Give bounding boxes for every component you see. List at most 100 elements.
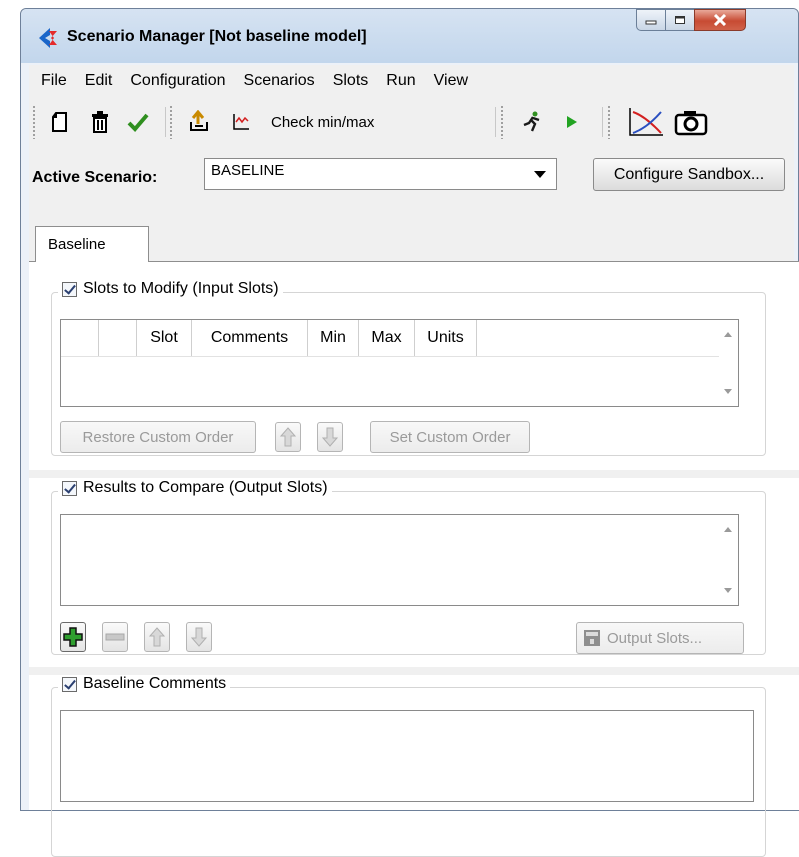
move-down-button[interactable]	[317, 422, 343, 452]
toolbar-grip[interactable]	[32, 105, 36, 139]
close-icon	[713, 14, 727, 26]
active-scenario-select[interactable]: BASELINE	[204, 158, 557, 190]
delete-scenario-button[interactable]	[85, 103, 115, 141]
column-header-slot[interactable]: Slot	[137, 320, 192, 356]
active-scenario-value: BASELINE	[211, 162, 285, 179]
input-slots-table[interactable]: Slot Comments Min Max Units	[60, 319, 739, 407]
output-slots-button[interactable]: Output Slots...	[576, 622, 744, 654]
tab-panel-baseline: Slots to Modify (Input Slots) Slot Comme…	[29, 261, 799, 857]
toolbar-grip[interactable]	[500, 105, 504, 139]
column-header-min[interactable]: Min	[308, 320, 359, 356]
remove-output-slot-button[interactable]	[102, 622, 128, 652]
baseline-comments-group: Baseline Comments	[51, 675, 766, 857]
section-divider	[29, 667, 799, 675]
slots-to-modify-group: Slots to Modify (Input Slots) Slot Comme…	[51, 280, 766, 456]
slots-to-modify-title: Slots to Modify (Input Slots)	[83, 280, 279, 297]
scenario-manager-window: Scenario Manager [Not baseline model] Fi…	[20, 8, 799, 857]
move-up-button[interactable]	[275, 422, 301, 452]
maximize-icon	[675, 16, 685, 24]
move-down-button[interactable]	[186, 622, 212, 652]
input-slots-table-header: Slot Comments Min Max Units	[61, 320, 477, 356]
toolbar-separator	[602, 107, 603, 137]
play-button[interactable]	[557, 103, 587, 141]
column-header[interactable]	[99, 320, 137, 356]
snapshot-button[interactable]	[672, 103, 710, 141]
active-scenario-label: Active Scenario:	[32, 169, 158, 186]
export-button[interactable]	[183, 103, 215, 141]
arrow-up-icon	[279, 427, 297, 447]
results-to-compare-group: Results to Compare (Output Slots) Output…	[51, 479, 766, 655]
close-button[interactable]	[694, 9, 746, 31]
runner-icon	[523, 111, 540, 132]
move-up-button[interactable]	[144, 622, 170, 652]
run-button[interactable]	[515, 103, 549, 141]
baseline-comments-title: Baseline Comments	[83, 675, 227, 692]
maximize-button[interactable]	[665, 9, 695, 31]
arrow-down-icon	[321, 427, 339, 447]
scroll-up-icon[interactable]	[724, 332, 732, 337]
window-title: Scenario Manager [Not baseline model]	[67, 28, 367, 45]
toolbar-grip[interactable]	[169, 105, 173, 139]
toolbar-separator	[165, 107, 166, 137]
arrow-up-icon	[148, 627, 166, 647]
plus-icon	[63, 627, 83, 647]
baseline-comments-textarea[interactable]	[60, 710, 754, 802]
menu-view[interactable]: View	[425, 72, 477, 90]
toolbar-grip[interactable]	[607, 105, 611, 139]
menu-scenarios[interactable]: Scenarios	[235, 72, 324, 90]
checkmark-icon	[127, 113, 149, 132]
chevron-down-icon	[534, 171, 546, 178]
plot-button[interactable]	[625, 103, 667, 141]
trash-icon	[92, 111, 108, 133]
column-header-units[interactable]: Units	[415, 320, 477, 356]
table-header-divider	[61, 356, 719, 357]
play-icon	[567, 116, 577, 128]
output-slots-scrollbar[interactable]	[719, 515, 738, 605]
toolbar: Check min/max	[29, 97, 794, 147]
arrow-down-icon	[190, 627, 208, 647]
baseline-comments-checkbox[interactable]	[62, 676, 77, 692]
menu-run[interactable]: Run	[377, 72, 424, 90]
results-to-compare-checkbox[interactable]	[62, 480, 77, 496]
camera-icon	[674, 111, 708, 136]
baseline-comments-legend[interactable]: Baseline Comments	[58, 675, 231, 693]
output-slots-label: Output Slots...	[607, 629, 703, 647]
minimize-button[interactable]	[636, 9, 666, 31]
column-header-comments[interactable]: Comments	[192, 320, 308, 356]
menu-file[interactable]: File	[32, 72, 76, 90]
check-minmax-button[interactable]: Check min/max	[231, 103, 441, 141]
scroll-down-icon[interactable]	[724, 588, 732, 593]
results-to-compare-legend[interactable]: Results to Compare (Output Slots)	[58, 479, 332, 497]
new-document-icon	[52, 112, 67, 132]
restore-custom-order-button[interactable]: Restore Custom Order	[60, 421, 256, 453]
chart-icon	[233, 114, 249, 130]
new-scenario-button[interactable]	[45, 103, 75, 141]
slots-to-modify-checkbox[interactable]	[62, 281, 77, 297]
add-output-slot-button[interactable]	[60, 622, 86, 652]
title-bar[interactable]: Scenario Manager [Not baseline model]	[21, 9, 798, 63]
window-client: File Edit Configuration Scenarios Slots …	[29, 65, 799, 857]
menu-configuration[interactable]: Configuration	[121, 72, 234, 90]
column-header-max[interactable]: Max	[359, 320, 415, 356]
scroll-up-icon[interactable]	[724, 527, 732, 532]
section-divider	[29, 470, 799, 478]
set-custom-order-button[interactable]: Set Custom Order	[370, 421, 530, 453]
results-to-compare-title: Results to Compare (Output Slots)	[83, 479, 328, 496]
tab-baseline[interactable]: Baseline	[35, 226, 149, 262]
plot-icon	[629, 108, 663, 136]
menu-slots[interactable]: Slots	[324, 72, 378, 90]
slots-to-modify-legend[interactable]: Slots to Modify (Input Slots)	[58, 280, 283, 298]
menu-edit[interactable]: Edit	[76, 72, 122, 90]
app-logo-icon	[39, 28, 57, 48]
check-minmax-label: Check min/max	[271, 113, 375, 131]
menu-bar: File Edit Configuration Scenarios Slots …	[29, 65, 794, 97]
export-icon	[190, 110, 208, 131]
slot-list-icon	[584, 630, 600, 646]
input-slots-scrollbar[interactable]	[719, 320, 738, 406]
output-slots-list[interactable]	[60, 514, 739, 606]
scroll-down-icon[interactable]	[724, 389, 732, 394]
configure-sandbox-button[interactable]: Configure Sandbox...	[593, 158, 785, 191]
toolbar-separator	[495, 107, 496, 137]
column-header[interactable]	[61, 320, 99, 356]
validate-button[interactable]	[123, 103, 153, 141]
